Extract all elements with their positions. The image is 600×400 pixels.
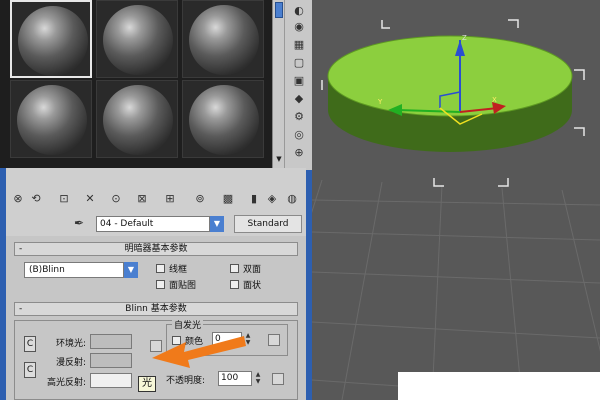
axis-x-icon: Y bbox=[377, 98, 383, 106]
material-sphere bbox=[189, 85, 259, 155]
rollout-toggle[interactable]: - bbox=[19, 303, 22, 315]
opacity-map-button[interactable] bbox=[272, 373, 284, 385]
assign-material-icon[interactable]: ⊡ bbox=[56, 191, 72, 207]
material-slot[interactable] bbox=[10, 80, 92, 158]
checkbox-label: 面状 bbox=[243, 281, 262, 291]
wire-checkbox[interactable]: 线框 bbox=[156, 262, 187, 275]
material-id-icon[interactable]: ⊚ bbox=[192, 191, 208, 207]
options-icon[interactable]: ⚙ bbox=[291, 110, 307, 124]
shader-rollout-header[interactable]: - 明暗器基本参数 bbox=[14, 242, 298, 256]
material-sphere bbox=[103, 5, 173, 75]
specular-label: 高光反射: bbox=[46, 378, 86, 388]
rollout-title: 明暗器基本参数 bbox=[124, 244, 188, 254]
material-slot[interactable] bbox=[96, 0, 178, 78]
put-to-library-icon[interactable]: ⊞ bbox=[162, 191, 178, 207]
material-navigator-icon[interactable]: ⊕ bbox=[291, 146, 307, 160]
material-slots-panel bbox=[0, 0, 272, 168]
show-map-icon[interactable]: ▩ bbox=[220, 191, 236, 207]
faceted-checkbox[interactable]: 面状 bbox=[230, 278, 261, 291]
arrow-shape bbox=[152, 336, 246, 368]
chevron-down-icon[interactable]: ▼ bbox=[124, 262, 138, 278]
material-slot[interactable] bbox=[182, 80, 264, 158]
sample-type-icon[interactable]: ◐ bbox=[291, 4, 307, 18]
eyedropper-icon[interactable]: ✒ bbox=[74, 216, 88, 230]
grid bbox=[312, 179, 600, 400]
orange-arrow-icon bbox=[152, 336, 246, 368]
toolbar-spacer bbox=[6, 168, 306, 188]
video-color-check-icon[interactable]: ▣ bbox=[291, 74, 307, 88]
tooltip: 光 bbox=[138, 376, 156, 392]
material-sphere bbox=[18, 6, 88, 76]
viewport-canvas[interactable]: Z Y X bbox=[312, 0, 600, 400]
blinn-rollout-header[interactable]: - Blinn 基本参数 bbox=[14, 302, 298, 316]
material-slot[interactable] bbox=[182, 0, 264, 78]
blank-corner bbox=[398, 372, 600, 400]
ambient-color-swatch[interactable] bbox=[90, 334, 132, 349]
select-by-material-icon[interactable]: ◎ bbox=[291, 128, 307, 142]
ambient-label: 环境光: bbox=[55, 339, 86, 349]
checkbox-box[interactable] bbox=[230, 264, 239, 273]
side-toolbar: ◐ ◉ ▦ ▢ ▣ ◆ ⚙ ◎ ⊕ bbox=[284, 0, 312, 170]
material-sphere bbox=[103, 85, 173, 155]
shader-select[interactable]: (B)Blinn bbox=[24, 262, 124, 278]
go-parent-icon[interactable]: ◈ bbox=[264, 191, 280, 207]
material-sphere bbox=[189, 5, 259, 75]
diffuse-color-swatch[interactable] bbox=[90, 353, 132, 368]
unique-icon[interactable]: ⊠ bbox=[134, 191, 150, 207]
self-illum-map-button[interactable] bbox=[268, 334, 280, 346]
reset-icon[interactable]: ✕ bbox=[82, 191, 98, 207]
material-name-bar: ✒ 04 - Default ▼ Standard bbox=[6, 210, 306, 236]
make-preview-icon[interactable]: ◆ bbox=[291, 92, 307, 106]
checkbox-label: 线框 bbox=[169, 265, 188, 275]
diffuse-label: 漫反射: bbox=[55, 358, 86, 368]
axis-z-icon: Z bbox=[462, 34, 467, 42]
two-sided-checkbox[interactable]: 双面 bbox=[230, 262, 261, 275]
material-type-button[interactable]: Standard bbox=[234, 215, 302, 233]
background-icon[interactable]: ▦ bbox=[291, 38, 307, 52]
axis-y-icon: X bbox=[492, 96, 497, 104]
get-material-icon[interactable]: ⊗ bbox=[10, 191, 26, 207]
checkbox-box[interactable] bbox=[230, 280, 239, 289]
perspective-viewport[interactable]: Z Y X bbox=[312, 0, 600, 400]
put-to-scene-icon[interactable]: ⟲ bbox=[28, 191, 44, 207]
checkbox-label: 双面 bbox=[243, 265, 262, 275]
material-slot[interactable] bbox=[96, 80, 178, 158]
spinner-arrows-icon[interactable]: ▲ ▼ bbox=[254, 371, 262, 386]
copy-icon[interactable]: ⊙ bbox=[108, 191, 124, 207]
chevron-down-icon[interactable]: ▼ bbox=[210, 216, 224, 232]
go-sibling-icon[interactable]: ◍ bbox=[284, 191, 300, 207]
material-slot[interactable] bbox=[10, 0, 92, 78]
scrollbar-thumb[interactable] bbox=[275, 2, 283, 18]
uv-tiling-icon[interactable]: ▢ bbox=[291, 56, 307, 70]
checkbox-box[interactable] bbox=[156, 280, 165, 289]
checkbox-label: 面贴图 bbox=[169, 281, 197, 291]
material-name-field[interactable]: 04 - Default bbox=[96, 216, 210, 232]
rollout-title: Blinn 基本参数 bbox=[125, 304, 187, 314]
slots-scrollbar[interactable]: ▼ bbox=[272, 0, 284, 168]
specular-color-swatch[interactable] bbox=[90, 373, 132, 388]
face-map-checkbox[interactable]: 面贴图 bbox=[156, 278, 196, 291]
show-end-result-icon[interactable]: ▮ bbox=[246, 191, 262, 207]
backlight-icon[interactable]: ◉ bbox=[291, 20, 307, 34]
rollout-toggle[interactable]: - bbox=[19, 243, 22, 255]
material-sphere bbox=[17, 85, 87, 155]
material-toolbar: ⊗ ⟲ ⊡ ✕ ⊙ ⊠ ⊞ ⊚ ▩ ▮ ◈ ◍ bbox=[6, 188, 306, 210]
checkbox-box[interactable] bbox=[156, 264, 165, 273]
disc-top[interactable] bbox=[328, 36, 572, 116]
